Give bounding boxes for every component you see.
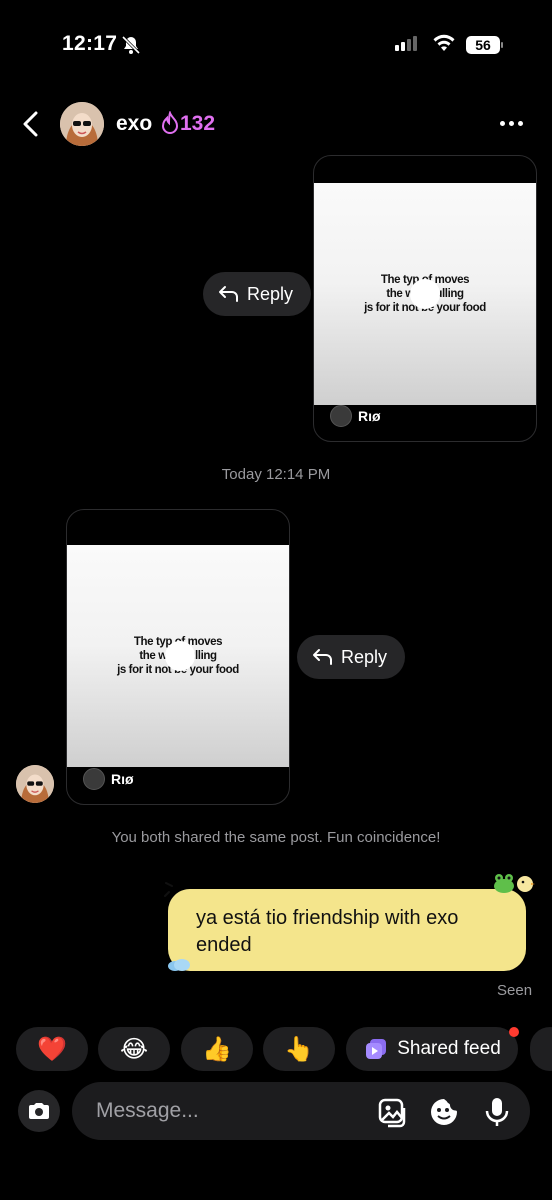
post-author: Rıø xyxy=(330,405,381,427)
shared-post-card[interactable]: The typ of moves the wait pulling js for… xyxy=(313,155,537,442)
microphone-icon[interactable] xyxy=(483,1096,511,1133)
post-author: Rıø xyxy=(83,768,134,790)
cellular-signal-icon xyxy=(395,36,417,51)
status-time: 12:17 xyxy=(62,32,118,55)
laughing-face-icon: 😂 xyxy=(119,1035,149,1063)
sender-avatar[interactable] xyxy=(16,765,54,803)
shared-post-image: The typ of moves the wait pulling js for… xyxy=(67,545,289,767)
reply-label: Reply xyxy=(247,283,294,304)
shared-post-card[interactable]: The typ of moves the wait pulling js for… xyxy=(66,509,290,805)
shared-feed-label: Shared feed xyxy=(397,1038,501,1059)
author-avatar xyxy=(83,768,105,790)
contact-name[interactable]: exo xyxy=(116,112,152,136)
battery-indicator: 56 xyxy=(466,36,500,54)
battery-nub xyxy=(501,42,503,48)
reply-button[interactable]: Reply xyxy=(203,272,312,316)
seen-status: Seen xyxy=(497,982,533,999)
bell-muted-icon xyxy=(120,34,142,61)
more-options-icon[interactable] xyxy=(500,121,523,126)
reply-arrow-icon xyxy=(219,286,238,302)
reply-button[interactable]: Reply xyxy=(297,635,406,679)
thumbs-up-icon: 👍 xyxy=(202,1035,232,1063)
reply-arrow-icon xyxy=(313,649,332,665)
reaction-chip-heart[interactable]: ❤️ xyxy=(16,1027,88,1071)
shared-post-image: The typ of moves the wait pulling js for… xyxy=(314,183,536,405)
notification-dot xyxy=(509,1027,519,1037)
caption-obscured-area xyxy=(165,641,195,671)
camera-button[interactable] xyxy=(18,1090,60,1132)
pointing-up-icon: 👆 xyxy=(284,1035,314,1063)
gallery-icon[interactable] xyxy=(376,1096,408,1133)
cloud-sticker-icon xyxy=(166,956,192,977)
author-avatar xyxy=(330,405,352,427)
coincidence-notice: You both shared the same post. Fun coinc… xyxy=(111,829,441,846)
message-input[interactable] xyxy=(96,1094,356,1128)
shared-feed-icon xyxy=(366,1039,387,1059)
wifi-icon xyxy=(432,34,456,57)
streak-count: 132 xyxy=(180,112,216,135)
back-arrow-icon[interactable] xyxy=(20,110,42,143)
sticker-icon[interactable] xyxy=(428,1096,460,1133)
date-separator: Today 12:14 PM xyxy=(221,466,331,483)
reaction-chip-laugh[interactable]: 😂 xyxy=(98,1027,170,1071)
reply-label: Reply xyxy=(341,646,388,667)
reaction-chip-more[interactable] xyxy=(530,1027,552,1071)
fire-streak-icon xyxy=(160,110,180,140)
post-author-name: Rıø xyxy=(358,408,381,424)
bubble-sparkle-icon xyxy=(163,880,183,905)
contact-avatar[interactable] xyxy=(60,102,104,146)
shared-feed-button[interactable]: Shared feed xyxy=(346,1027,518,1071)
reaction-chip-thumbs-up[interactable]: 👍 xyxy=(181,1027,253,1071)
heart-icon: ❤️ xyxy=(37,1035,67,1063)
chick-sticker-icon xyxy=(514,872,536,899)
caption-obscured-area xyxy=(410,279,440,309)
message-bubble[interactable]: ya está tio friendship with exo ended xyxy=(168,889,526,971)
frog-sticker-icon xyxy=(492,872,516,899)
reaction-chip-point-up[interactable]: 👆 xyxy=(263,1027,335,1071)
camera-icon xyxy=(29,1103,49,1119)
post-author-name: Rıø xyxy=(111,771,134,787)
